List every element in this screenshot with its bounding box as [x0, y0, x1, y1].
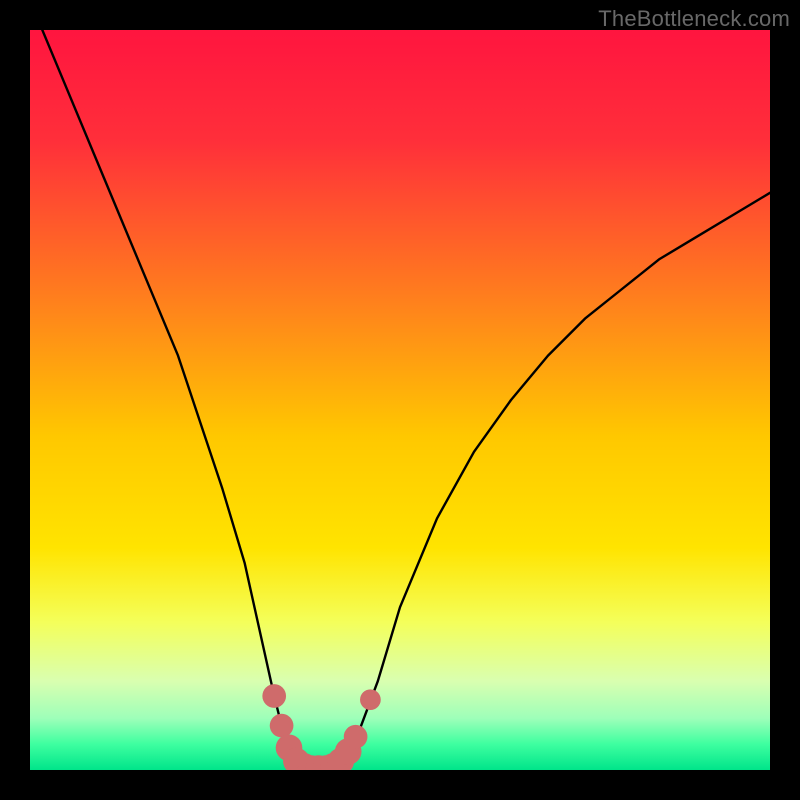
plot-area: [30, 30, 770, 770]
marker-dot: [360, 689, 381, 710]
gradient-background: [30, 30, 770, 770]
chart-svg: [30, 30, 770, 770]
marker-dot: [344, 725, 368, 749]
marker-dot: [262, 684, 286, 708]
marker-dot: [270, 714, 294, 738]
watermark-text: TheBottleneck.com: [598, 6, 790, 32]
outer-frame: TheBottleneck.com: [0, 0, 800, 800]
